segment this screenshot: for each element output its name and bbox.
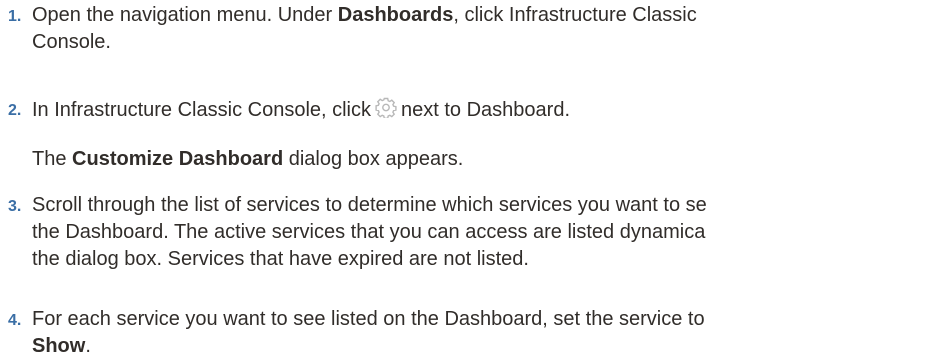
step-text-line: the Dashboard. The active services that … — [32, 221, 706, 243]
step-number: 1. — [8, 8, 22, 25]
gear-icon — [375, 96, 397, 119]
step-text: For each service you want to see listed … — [32, 306, 705, 360]
step-text-part: Open the navigation menu. Under — [32, 4, 338, 26]
step-2: 2. In Infrastructure Classic Console, cl… — [0, 96, 570, 173]
step-number: 4. — [8, 312, 22, 329]
step-text-part: next to Dashboard. — [401, 99, 571, 121]
step-text-part: , click Infrastructure Classic — [453, 4, 697, 26]
step-text: Scroll through the list of services to d… — [32, 192, 707, 273]
step-text-line: Scroll through the list of services to d… — [32, 194, 707, 216]
step-text-part: In Infrastructure Classic Console, click — [32, 99, 372, 121]
step-bold-term: Customize Dashboard — [72, 148, 284, 170]
step-note-part: dialog box appears. — [283, 148, 464, 170]
step-4: 4. For each service you want to see list… — [0, 306, 705, 360]
step-text-part: . — [85, 335, 91, 357]
step-text-line: the dialog box. Services that have expir… — [32, 248, 529, 270]
step-text-line: For each service you want to see listed … — [32, 308, 705, 330]
step-bold-term: Dashboards — [337, 4, 454, 26]
step-number: 2. — [8, 102, 22, 119]
step-3: 3. Scroll through the list of services t… — [0, 192, 707, 273]
step-text: Open the navigation menu. Under Dashboar… — [32, 2, 697, 56]
step-1: 1. Open the navigation menu. Under Dashb… — [0, 2, 697, 56]
step-note: The Customize Dashboard dialog box appea… — [32, 146, 570, 173]
step-bold-term: Show — [32, 335, 86, 357]
step-note-part: The — [32, 148, 73, 170]
step-text-part: Console. — [32, 31, 111, 53]
step-text: In Infrastructure Classic Console, click… — [32, 96, 570, 124]
step-number: 3. — [8, 198, 22, 215]
